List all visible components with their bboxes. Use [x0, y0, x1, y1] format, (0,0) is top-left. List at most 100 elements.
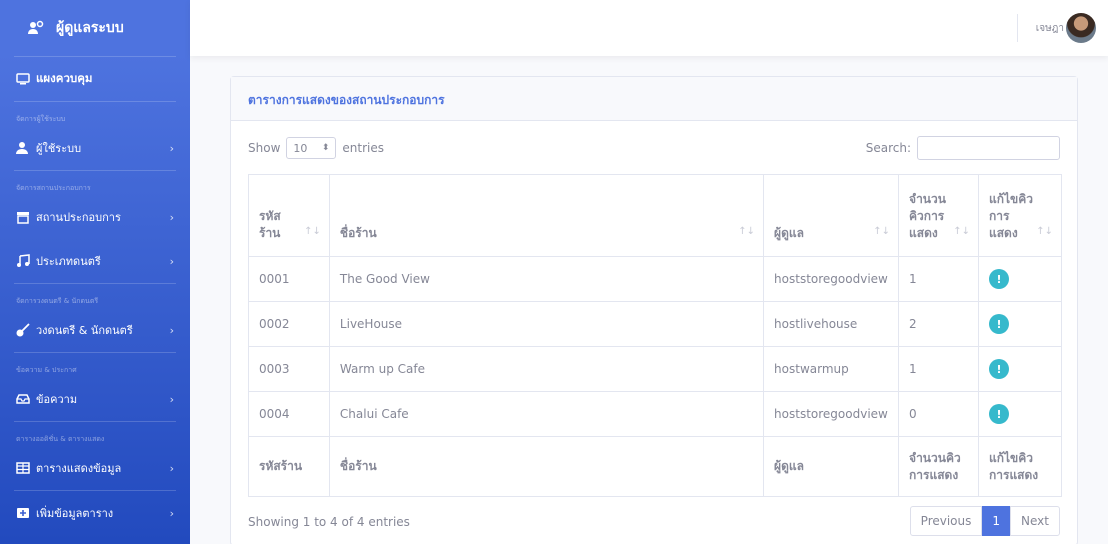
- sidebar-item-label: เพิ่มข้อมูลตาราง: [36, 507, 114, 520]
- chevron-right-icon: ›: [169, 141, 174, 155]
- column-header-count[interactable]: จำนวนคิวการแสดง ↑↓: [898, 174, 979, 257]
- sort-icon: ↑↓: [1036, 226, 1053, 237]
- chevron-right-icon: ›: [169, 506, 174, 520]
- table-row: 0004 Chalui Cafe hoststoregoodview 0 !: [248, 391, 1062, 437]
- message-icon: [16, 394, 30, 404]
- sort-updown-icon: ⬍: [321, 143, 330, 153]
- cell-count: 0: [898, 391, 979, 437]
- cell-name: The Good View: [328, 256, 765, 302]
- monitor-icon: [16, 73, 30, 85]
- cell-edit: !: [978, 256, 1062, 302]
- music-icon: [17, 254, 30, 267]
- sidebar: ผู้ดูแลระบบ แผงควบคุม จัดการผู้ใช้ระบบ ผ…: [0, 0, 190, 544]
- brand-label: ผู้ดูแลระบบ: [56, 20, 124, 36]
- sidebar-item-add-schedule[interactable]: เพิ่มข้อมูลตาราง ›: [0, 491, 190, 535]
- section-heading: จัดการสถานประกอบการ: [16, 184, 91, 192]
- column-label: รหัสร้าน: [259, 209, 281, 240]
- cell-name: LiveHouse: [328, 301, 765, 347]
- column-header-name[interactable]: ชื่อร้าน ↑↓: [328, 174, 765, 257]
- column-label: จำนวนคิวการแสดง: [909, 192, 946, 240]
- add-icon: [17, 508, 29, 518]
- store-icon: [17, 212, 29, 224]
- column-label: แก้ไขคิวการแสดง: [989, 192, 1034, 240]
- avatar[interactable]: [1066, 13, 1096, 43]
- info-icon: !: [996, 362, 1002, 376]
- cell-edit: !: [978, 301, 1062, 347]
- page-1-button[interactable]: 1: [982, 506, 1011, 536]
- sidebar-item-dashboard[interactable]: แผงควบคุม: [0, 57, 190, 101]
- previous-page-button[interactable]: Previous: [909, 506, 983, 536]
- entries-length-control: Show 10 ⬍ entries: [248, 137, 384, 159]
- sidebar-item-messages[interactable]: ข้อความ ›: [0, 377, 190, 421]
- sidebar-item-music-types[interactable]: ประเภทดนตรี ›: [0, 239, 190, 283]
- cell-admin: hostlivehouse: [763, 301, 900, 347]
- cell-admin: hoststoregoodview: [763, 256, 900, 302]
- section-heading: ข้อความ & ประกาศ: [16, 366, 77, 374]
- entries-value: 10: [293, 141, 308, 155]
- cell-name: Warm up Cafe: [328, 346, 765, 392]
- sidebar-item-label: ข้อความ: [36, 393, 78, 406]
- search-input[interactable]: [917, 136, 1060, 160]
- users-cog-icon: [28, 20, 44, 34]
- search-label: Search:: [865, 141, 911, 155]
- stores-card: ตารางการแสดงของสถานประกอบการ Show 10 ⬍ e…: [230, 76, 1078, 544]
- card-title: ตารางการแสดงของสถานประกอบการ: [231, 77, 1077, 121]
- cell-id: 0004: [248, 391, 330, 437]
- sort-icon: ↑↓: [304, 226, 321, 237]
- info-icon: !: [996, 272, 1002, 286]
- sidebar-item-schedule-table[interactable]: ตารางแสดงข้อมูล ›: [0, 446, 190, 490]
- sidebar-item-bands[interactable]: วงดนตรี & นักดนตรี ›: [0, 308, 190, 352]
- footer-count: จำนวนคิวการแสดง: [898, 436, 979, 497]
- chevron-right-icon: ›: [169, 392, 174, 406]
- sidebar-item-label: ประเภทดนตรี: [36, 255, 101, 268]
- sidebar-item-label: สถานประกอบการ: [36, 211, 121, 224]
- cell-id: 0003: [248, 346, 330, 392]
- table-icon: [16, 462, 30, 474]
- user-icon: [16, 142, 28, 154]
- footer-admin: ผู้ดูแล: [763, 436, 900, 497]
- table-header-row: รหัสร้าน ↑↓ ชื่อร้าน ↑↓ ผู้ดูแล ↑↓ จำนวนคิว…: [248, 174, 1062, 257]
- sidebar-item-users[interactable]: ผู้ใช้ระบบ ›: [0, 126, 190, 170]
- show-label: Show: [248, 141, 281, 155]
- cell-admin: hoststoregoodview: [763, 391, 900, 437]
- edit-queue-button[interactable]: !: [989, 314, 1009, 334]
- column-header-admin[interactable]: ผู้ดูแล ↑↓: [763, 174, 900, 257]
- sidebar-item-label: แผงควบคุม: [36, 71, 93, 85]
- chevron-right-icon: ›: [169, 461, 174, 475]
- section-heading: ตารางออดิชั่น & ตารางแสดง: [16, 435, 105, 443]
- next-page-button[interactable]: Next: [1010, 506, 1060, 536]
- entries-select[interactable]: 10 ⬍: [286, 137, 337, 159]
- table-row: 0002 LiveHouse hostlivehouse 2 !: [248, 301, 1062, 347]
- edit-queue-button[interactable]: !: [989, 269, 1009, 289]
- sort-icon: ↑↓: [738, 226, 756, 237]
- sidebar-item-stores[interactable]: สถานประกอบการ ›: [0, 195, 190, 239]
- guitar-icon: [16, 323, 30, 337]
- footer-id: รหัสร้าน: [248, 436, 330, 497]
- cell-id: 0001: [248, 256, 330, 302]
- sort-icon: ↑↓: [953, 226, 970, 237]
- chevron-right-icon: ›: [169, 210, 174, 224]
- column-label: ชื่อร้าน: [339, 226, 377, 240]
- entries-label: entries: [342, 141, 384, 155]
- chevron-right-icon: ›: [169, 323, 174, 337]
- sidebar-item-label: ตารางแสดงข้อมูล: [36, 462, 122, 475]
- cell-name: Chalui Cafe: [328, 391, 765, 437]
- chevron-right-icon: ›: [169, 254, 174, 268]
- table-info: Showing 1 to 4 of 4 entries: [248, 515, 410, 529]
- search-control: Search:: [866, 136, 1060, 160]
- info-icon: !: [996, 407, 1002, 421]
- cell-count: 2: [898, 301, 979, 347]
- edit-queue-button[interactable]: !: [989, 404, 1009, 424]
- column-header-edit[interactable]: แก้ไขคิวการแสดง ↑↓: [978, 174, 1062, 257]
- table-footer-row: รหัสร้าน ชื่อร้าน ผู้ดูแล จำนวนคิวการแสด…: [248, 436, 1062, 497]
- sidebar-item-label: วงดนตรี & นักดนตรี: [36, 324, 133, 337]
- edit-queue-button[interactable]: !: [989, 359, 1009, 379]
- column-header-id[interactable]: รหัสร้าน ↑↓: [248, 174, 330, 257]
- cell-edit: !: [978, 391, 1062, 437]
- pagination: Previous 1 Next: [909, 506, 1060, 536]
- topbar: เจษฎา: [190, 0, 1108, 56]
- sort-icon: ↑↓: [873, 226, 891, 237]
- sidebar-brand[interactable]: ผู้ดูแลระบบ: [0, 0, 190, 56]
- user-name[interactable]: เจษฎา: [1036, 21, 1064, 36]
- table-row: 0003 Warm up Cafe hostwarmup 1 !: [248, 346, 1062, 392]
